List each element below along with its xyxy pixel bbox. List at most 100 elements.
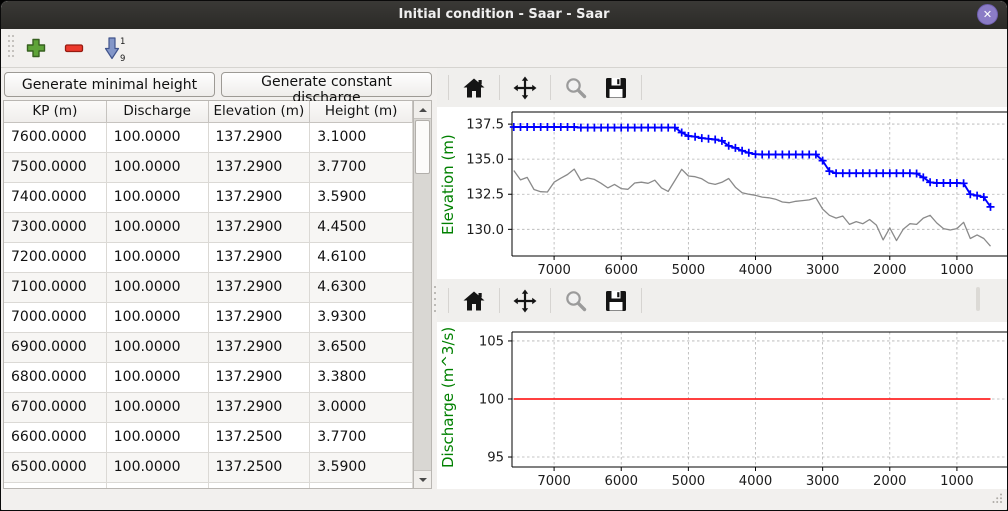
scroll-down-button[interactable] bbox=[414, 470, 431, 488]
pan-button[interactable] bbox=[510, 286, 540, 316]
table-cell[interactable]: 3.0000 bbox=[310, 393, 413, 423]
table-row[interactable]: 7600.0000100.0000137.29003.1000 bbox=[4, 123, 413, 153]
table-cell[interactable]: 100.0000 bbox=[107, 363, 209, 393]
table-cell[interactable]: 100.0000 bbox=[107, 303, 209, 333]
table-cell[interactable]: 137.2900 bbox=[209, 183, 311, 213]
close-button[interactable]: ✕ bbox=[977, 4, 998, 25]
scrollbar-thumb[interactable] bbox=[415, 120, 430, 174]
table-cell[interactable] bbox=[209, 483, 311, 488]
table-cell[interactable]: 100.0000 bbox=[107, 153, 209, 183]
toolbar-drag-handle[interactable] bbox=[7, 33, 15, 63]
table-cell[interactable]: 3.6500 bbox=[310, 333, 413, 363]
table-cell[interactable]: 100.0000 bbox=[107, 423, 209, 453]
add-row-button[interactable] bbox=[24, 36, 48, 60]
discharge-plot-canvas[interactable]: 700060005000400030002000100010510095 bbox=[437, 322, 1007, 489]
table-cell[interactable]: 137.2900 bbox=[209, 363, 311, 393]
table-row[interactable]: 6700.0000100.0000137.29003.0000 bbox=[4, 393, 413, 423]
table-cell[interactable]: 137.2900 bbox=[209, 243, 311, 273]
table-cell[interactable]: 3.5900 bbox=[310, 453, 413, 483]
table-cell[interactable]: 3.5900 bbox=[310, 183, 413, 213]
table-row[interactable]: 7300.0000100.0000137.29004.4500 bbox=[4, 213, 413, 243]
table-row[interactable]: 6500.0000100.0000137.25003.5900 bbox=[4, 453, 413, 483]
table-cell[interactable]: 137.2900 bbox=[209, 393, 311, 423]
table-cell[interactable]: 7300.0000 bbox=[4, 213, 107, 243]
table-cell[interactable]: 4.6300 bbox=[310, 273, 413, 303]
table-cell[interactable]: 100.0000 bbox=[107, 273, 209, 303]
table-cell[interactable] bbox=[107, 483, 209, 488]
table-cell[interactable]: 3.7700 bbox=[310, 153, 413, 183]
table-cell[interactable]: 100.0000 bbox=[107, 333, 209, 363]
table-row[interactable]: 7000.0000100.0000137.29003.9300 bbox=[4, 303, 413, 333]
titlebar[interactable]: Initial condition - Saar - Saar ✕ bbox=[1, 1, 1007, 29]
column-header-2[interactable]: Elevation (m) bbox=[209, 101, 311, 123]
table-cell[interactable]: 6800.0000 bbox=[4, 363, 107, 393]
table-cell[interactable]: 3.9300 bbox=[310, 303, 413, 333]
column-header-3[interactable]: Height (m) bbox=[310, 101, 413, 123]
svg-text:3000: 3000 bbox=[806, 474, 840, 489]
table-cell[interactable]: 7000.0000 bbox=[4, 303, 107, 333]
table-cell[interactable]: 7400.0000 bbox=[4, 183, 107, 213]
save-icon bbox=[603, 75, 629, 101]
table-scrollbar[interactable] bbox=[413, 101, 431, 488]
zoom-button[interactable] bbox=[561, 73, 591, 103]
elevation-plot-canvas[interactable]: 7000600050004000300020001000137.5135.013… bbox=[437, 107, 1007, 279]
table-cell[interactable]: 6600.0000 bbox=[4, 423, 107, 453]
table-cell[interactable]: 7600.0000 bbox=[4, 123, 107, 153]
table-cell[interactable]: 100.0000 bbox=[107, 453, 209, 483]
table-cell[interactable]: 137.2500 bbox=[209, 423, 311, 453]
zoom-button[interactable] bbox=[561, 286, 591, 316]
table-cell[interactable]: 7200.0000 bbox=[4, 243, 107, 273]
table-cell[interactable]: 3.1000 bbox=[310, 123, 413, 153]
table-cell[interactable]: 137.2900 bbox=[209, 153, 311, 183]
column-header-0[interactable]: KP (m) bbox=[4, 101, 107, 123]
table-cell[interactable] bbox=[4, 483, 107, 488]
pan-button[interactable] bbox=[510, 73, 540, 103]
table-cell[interactable]: 6700.0000 bbox=[4, 393, 107, 423]
table-cell[interactable]: 137.2900 bbox=[209, 333, 311, 363]
generate-constant-discharge-button[interactable]: Generate constant discharge bbox=[221, 72, 432, 97]
table-cell[interactable]: 100.0000 bbox=[107, 123, 209, 153]
table-cell[interactable]: 100.0000 bbox=[107, 393, 209, 423]
sort-button[interactable]: 1 9 bbox=[100, 34, 128, 63]
table-cell[interactable]: 3.7700 bbox=[310, 423, 413, 453]
table-row[interactable]: 7200.0000100.0000137.29004.6100 bbox=[4, 243, 413, 273]
table-row[interactable]: 6800.0000100.0000137.29003.3800 bbox=[4, 363, 413, 393]
save-button[interactable] bbox=[601, 73, 631, 103]
table-cell[interactable]: 7100.0000 bbox=[4, 273, 107, 303]
scroll-up-button[interactable] bbox=[414, 101, 431, 119]
home-icon bbox=[461, 288, 487, 314]
table-cell[interactable]: 137.2500 bbox=[209, 453, 311, 483]
table-cell[interactable]: 6900.0000 bbox=[4, 333, 107, 363]
table-cell[interactable]: 3.3800 bbox=[310, 363, 413, 393]
column-header-1[interactable]: Discharge (m³/s) bbox=[107, 101, 209, 123]
table-cell[interactable]: 4.6100 bbox=[310, 243, 413, 273]
panel-scrollbar-thumb[interactable] bbox=[976, 287, 980, 311]
table-cell[interactable]: 100.0000 bbox=[107, 243, 209, 273]
generate-minimal-height-button[interactable]: Generate minimal height bbox=[4, 72, 215, 97]
table-cell[interactable]: 4.4500 bbox=[310, 213, 413, 243]
table-row[interactable]: 7100.0000100.0000137.29004.6300 bbox=[4, 273, 413, 303]
table-row[interactable]: 6900.0000100.0000137.29003.6500 bbox=[4, 333, 413, 363]
table-cell[interactable]: 137.2900 bbox=[209, 213, 311, 243]
resize-grip[interactable] bbox=[992, 489, 1003, 508]
table-cell[interactable] bbox=[310, 483, 413, 488]
splitter-dots-icon bbox=[431, 284, 439, 314]
table-row[interactable]: 7400.0000100.0000137.29003.5900 bbox=[4, 183, 413, 213]
table-row[interactable]: 6600.0000100.0000137.25003.7700 bbox=[4, 423, 413, 453]
table-cell[interactable]: 100.0000 bbox=[107, 183, 209, 213]
table-cell[interactable]: 100.0000 bbox=[107, 213, 209, 243]
table-cell[interactable]: 137.2900 bbox=[209, 273, 311, 303]
home-button[interactable] bbox=[459, 286, 489, 316]
table-row[interactable]: 7500.0000100.0000137.29003.7700 bbox=[4, 153, 413, 183]
table-cell[interactable]: 7500.0000 bbox=[4, 153, 107, 183]
panel-splitter[interactable] bbox=[431, 284, 439, 314]
table-row[interactable] bbox=[4, 483, 413, 488]
remove-row-button[interactable] bbox=[62, 36, 86, 60]
table-cell[interactable]: 137.2900 bbox=[209, 123, 311, 153]
table-cell[interactable]: 137.2900 bbox=[209, 303, 311, 333]
table-cell[interactable]: 6500.0000 bbox=[4, 453, 107, 483]
save-button[interactable] bbox=[601, 286, 631, 316]
initial-condition-table: KP (m)Discharge (m³/s)Elevation (m)Heigh… bbox=[3, 100, 432, 489]
home-button[interactable] bbox=[459, 73, 489, 103]
svg-text:2000: 2000 bbox=[873, 263, 907, 278]
